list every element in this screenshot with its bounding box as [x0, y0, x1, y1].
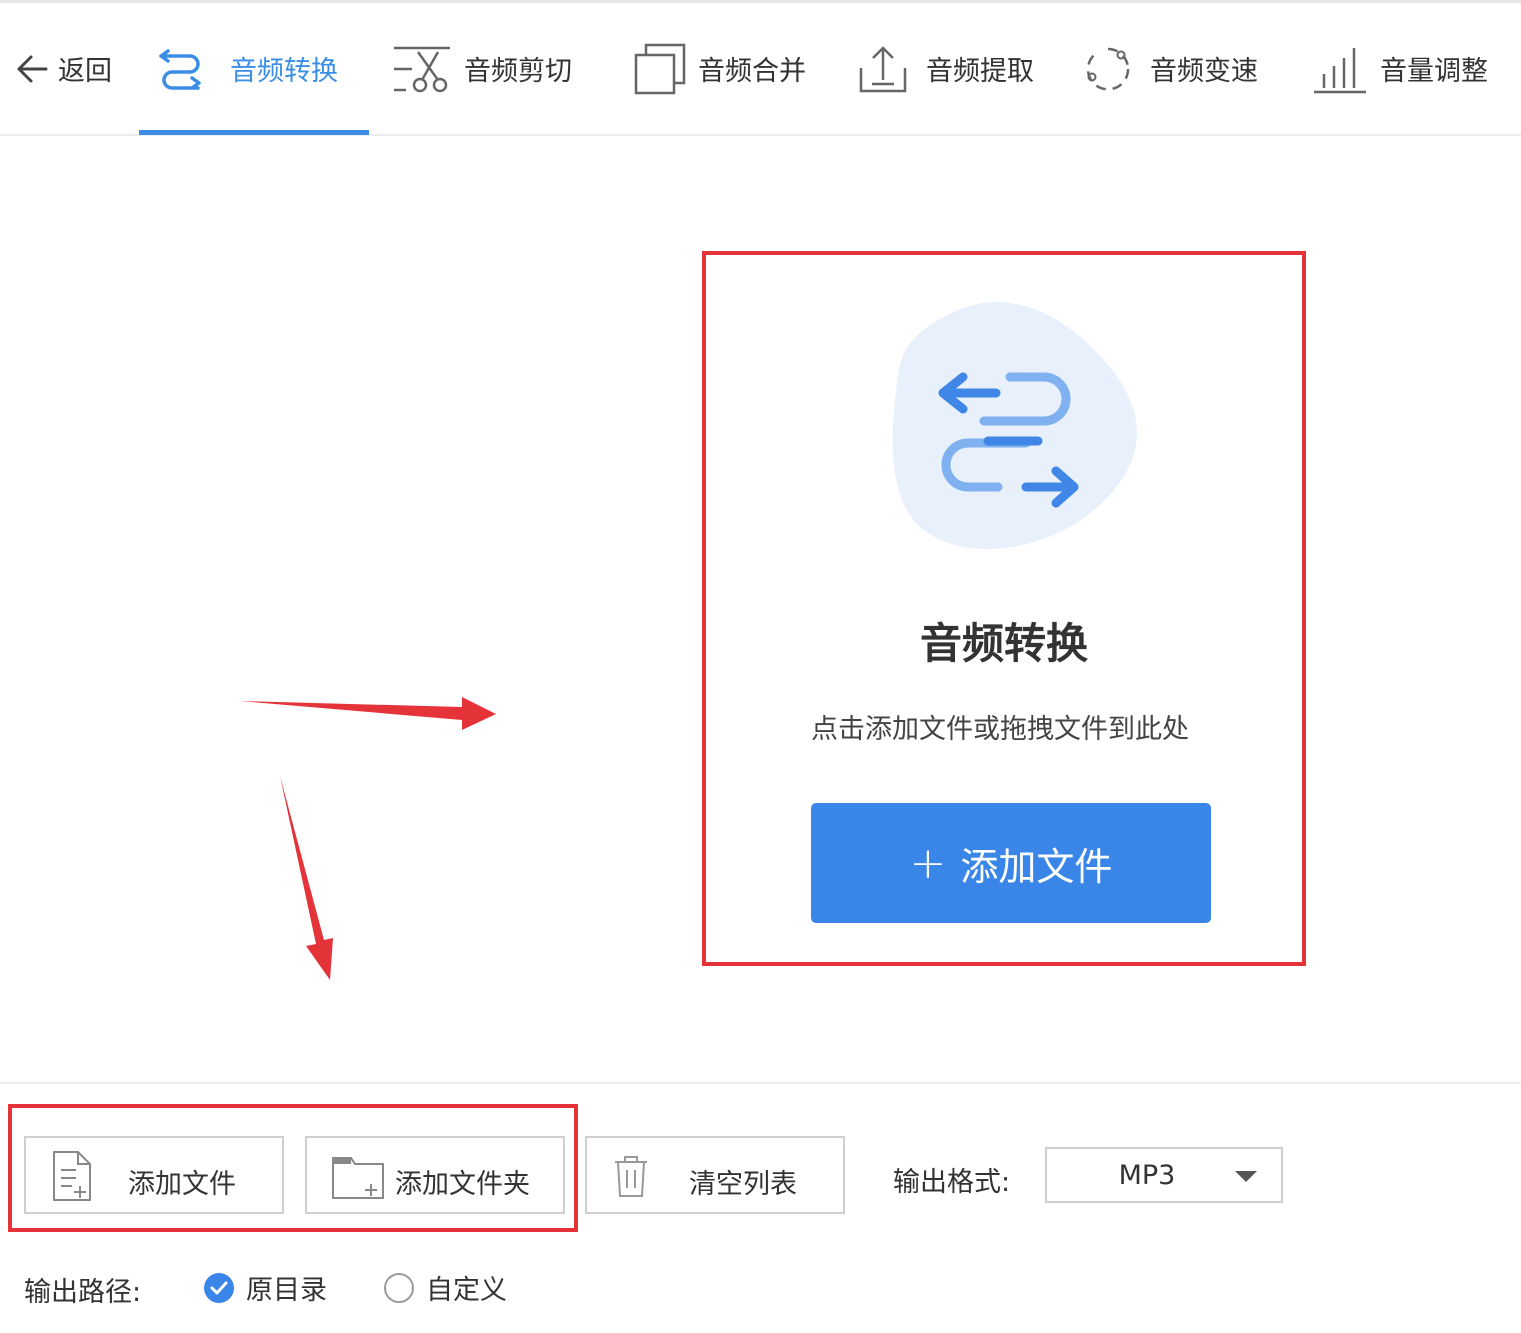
tab-audio-convert-label: 音频转换: [230, 56, 338, 87]
arrow-left-icon: [17, 55, 48, 82]
tab-audio-cut[interactable]: 音频剪切: [392, 3, 572, 134]
radio-original-dir-label: 原目录: [246, 1275, 327, 1306]
bottom-divider: [0, 1082, 1521, 1084]
radio-unchecked-icon: [384, 1272, 414, 1303]
output-format-value: MP3: [1118, 1160, 1176, 1191]
extract-icon: [859, 45, 907, 92]
back-button[interactable]: 返回: [14, 3, 112, 134]
drop-zone[interactable]: 音频转换 点击添加文件或拖拽文件到此处 + 添加文件: [702, 251, 1306, 966]
drop-zone-hint: 点击添加文件或拖拽文件到此处: [811, 714, 1189, 745]
add-folder-label: 添加文件夹: [395, 1169, 530, 1200]
tab-audio-speed-label: 音频变速: [1150, 56, 1258, 87]
tab-audio-merge[interactable]: 音频合并: [634, 3, 806, 134]
tab-volume-adjust[interactable]: 音量调整: [1312, 3, 1488, 134]
output-format-label: 输出格式:: [893, 1167, 1011, 1198]
convert-icon: [159, 48, 201, 90]
clear-list-button[interactable]: 清空列表: [585, 1136, 845, 1214]
folder-add-icon: [332, 1157, 384, 1199]
tab-audio-cut-label: 音频剪切: [464, 56, 572, 87]
trash-icon: [615, 1156, 647, 1197]
plus-icon: +: [909, 837, 947, 889]
add-file-bottom-button[interactable]: 添加文件: [24, 1136, 284, 1214]
tab-volume-adjust-label: 音量调整: [1380, 56, 1488, 87]
add-file-button-label: 添加文件: [960, 844, 1113, 889]
back-label: 返回: [58, 56, 112, 87]
add-folder-button[interactable]: 添加文件夹: [305, 1136, 565, 1214]
convert-illustration-icon: [892, 302, 1137, 549]
merge-icon: [634, 43, 686, 94]
radio-custom-dir[interactable]: 自定义: [384, 1268, 507, 1307]
scissors-icon: [394, 46, 450, 92]
file-add-icon: [53, 1151, 91, 1201]
output-format-select[interactable]: MP3: [1045, 1147, 1283, 1203]
add-file-bottom-label: 添加文件: [128, 1169, 236, 1200]
add-file-button[interactable]: + 添加文件: [811, 803, 1211, 923]
radio-custom-dir-label: 自定义: [426, 1275, 507, 1306]
tab-audio-extract-label: 音频提取: [926, 56, 1034, 87]
clear-list-label: 清空列表: [689, 1169, 797, 1200]
caret-down-icon: [1235, 1171, 1257, 1182]
radio-checked-icon: [204, 1272, 234, 1303]
arrow-down-annotation: [280, 776, 333, 980]
tab-audio-convert[interactable]: 音频转换: [156, 3, 338, 134]
speed-icon: [1086, 47, 1130, 91]
volume-icon: [1314, 47, 1366, 93]
drop-zone-title: 音频转换: [919, 619, 1088, 668]
active-tab-indicator: [139, 130, 369, 135]
tab-audio-merge-label: 音频合并: [698, 56, 806, 87]
tab-audio-extract[interactable]: 音频提取: [858, 3, 1034, 134]
tab-audio-speed[interactable]: 音频变速: [1084, 3, 1258, 134]
output-path-label: 输出路径:: [24, 1277, 142, 1308]
arrow-right-annotation: [240, 697, 496, 730]
toolbar: 返回 音频转换 音频剪切 音频合并 音频提取 音频变速 音量调整: [0, 3, 1521, 136]
radio-original-dir[interactable]: 原目录: [204, 1268, 327, 1307]
